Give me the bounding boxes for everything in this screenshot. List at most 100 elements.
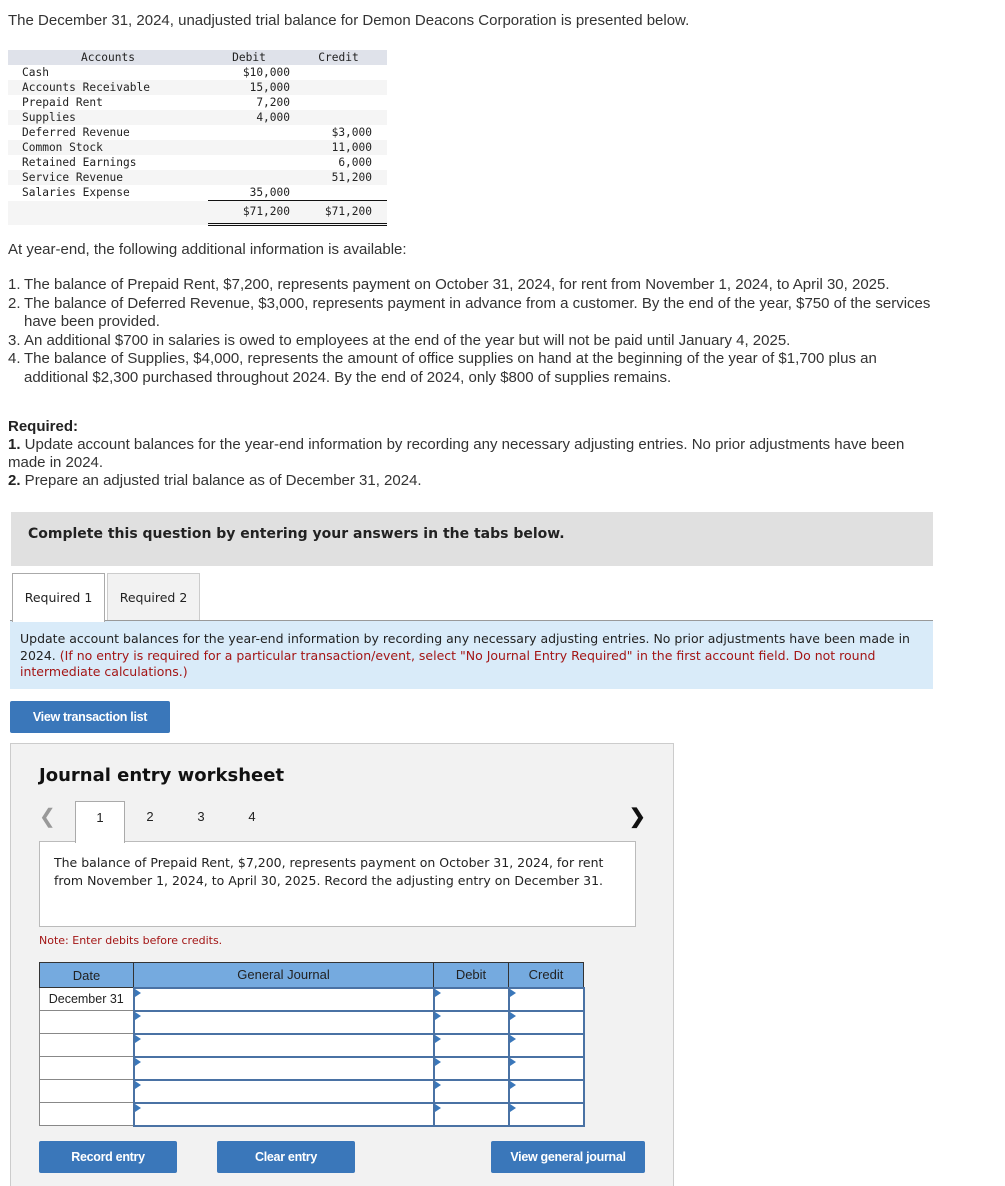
worksheet-title: Journal entry worksheet (39, 765, 285, 786)
trial-balance-row: Common Stock 11,000 (8, 140, 387, 155)
trial-balance-row: Salaries Expense 35,000 (8, 185, 387, 201)
tab-required-1[interactable]: Required 1 (12, 573, 105, 622)
debit-value (208, 140, 290, 155)
account-name: Common Stock (8, 140, 208, 155)
date-cell (39, 1010, 134, 1034)
required-heading: Required: (8, 418, 79, 435)
view-general-journal-button[interactable]: View general journal (491, 1141, 645, 1173)
account-input[interactable] (132, 1078, 435, 1104)
record-entry-button[interactable]: Record entry (39, 1141, 177, 1173)
credit-value: $3,000 (331, 126, 372, 139)
header-debit: Debit (433, 962, 509, 988)
credit-value (305, 80, 372, 95)
account-input[interactable] (132, 986, 435, 1012)
header-general-journal: General Journal (133, 962, 434, 988)
info-item: 3. An additional $700 in salaries is owed… (8, 331, 791, 349)
header-credit: Credit (508, 962, 584, 988)
trial-balance-row: Accounts Receivable 15,000 (8, 80, 387, 95)
instruction-banner: Complete this question by entering your … (11, 512, 933, 566)
trial-balance-row: Retained Earnings 6,000 (8, 155, 387, 170)
header-debit: Debit (208, 50, 290, 65)
account-name: Service Revenue (8, 170, 208, 185)
debit-value: 4,000 (208, 110, 290, 125)
additional-info-list: 1. The balance of Prepaid Rent, $7,200, r… (8, 276, 944, 387)
credit-input[interactable] (507, 1055, 585, 1081)
credit-value: 51,200 (305, 170, 372, 185)
debit-value (208, 125, 290, 140)
account-name: Prepaid Rent (22, 96, 103, 109)
debit-value: 35,000 (249, 186, 290, 199)
trial-balance-row: Prepaid Rent 7,200 (8, 95, 387, 110)
account-name: Deferred Revenue (22, 126, 130, 139)
trial-balance-row: Deferred Revenue $3,000 (8, 125, 387, 140)
debit-value: 15,000 (208, 80, 290, 95)
credit-input[interactable] (507, 1101, 585, 1127)
account-input[interactable] (132, 1055, 435, 1081)
problem-intro: The December 31, 2024, unadjusted trial … (8, 12, 690, 29)
account-input[interactable] (132, 1101, 435, 1127)
journal-row (39, 1101, 585, 1127)
total-debit: $71,200 (208, 200, 290, 226)
account-input[interactable] (132, 1032, 435, 1058)
date-cell (39, 1102, 134, 1126)
worksheet-tab-2[interactable]: 2 (125, 801, 175, 842)
debit-input[interactable] (432, 1101, 510, 1127)
credit-input[interactable] (507, 986, 585, 1012)
debit-input[interactable] (432, 1055, 510, 1081)
account-name: Supplies (8, 110, 208, 125)
tab-required-2[interactable]: Required 2 (107, 573, 200, 621)
account-name: Cash (22, 66, 49, 79)
chevron-left-icon[interactable]: ❮ (39, 804, 56, 829)
trial-balance-row: Service Revenue 51,200 (8, 170, 387, 185)
header-date: Date (39, 962, 134, 988)
credit-value (305, 110, 372, 125)
date-cell (39, 1079, 134, 1103)
trial-balance-table: Accounts Debit Credit Cash $10,000 Accou… (8, 50, 387, 226)
credit-value: 6,000 (338, 156, 372, 169)
debit-value: 7,200 (256, 96, 290, 109)
trial-balance-header: Accounts Debit Credit (8, 50, 387, 65)
chevron-right-icon[interactable]: ❯ (629, 804, 646, 829)
account-name: Accounts Receivable (8, 80, 208, 95)
journal-row (39, 1009, 585, 1035)
total-credit: $71,200 (305, 200, 372, 226)
credit-value (305, 95, 372, 110)
date-cell (39, 1056, 134, 1080)
required-item: 2. Prepare an adjusted trial balance as … (8, 472, 422, 489)
info-item: 4. The balance of Supplies, $4,000, repre… (8, 350, 877, 386)
instructions-note: (If no entry is required for a particula… (20, 647, 876, 680)
account-input[interactable] (132, 1009, 435, 1035)
debit-input[interactable] (432, 1078, 510, 1104)
credit-input[interactable] (507, 1009, 585, 1035)
header-pad (372, 50, 387, 65)
info-item: 1. The balance of Prepaid Rent, $7,200, r… (8, 276, 890, 293)
trial-balance-row: Supplies 4,000 (8, 110, 387, 125)
credit-input[interactable] (507, 1078, 585, 1104)
credit-value (305, 65, 372, 80)
account-name: Salaries Expense (22, 186, 130, 200)
debit-input[interactable] (432, 986, 510, 1012)
trial-balance-row: Cash $10,000 (8, 65, 387, 80)
worksheet-tab-3[interactable]: 3 (176, 801, 226, 842)
worksheet-tab-1[interactable]: 1 (75, 801, 125, 843)
worksheet-note: Note: Enter debits before credits. (39, 934, 223, 947)
credit-value (305, 185, 372, 201)
debit-input[interactable] (432, 1009, 510, 1035)
debit-value: $10,000 (242, 66, 290, 79)
info-item: 2. The balance of Deferred Revenue, $3,00… (8, 294, 931, 331)
worksheet-tab-4[interactable]: 4 (227, 801, 277, 842)
general-journal-table: Date General Journal Debit Credit Decemb… (39, 962, 585, 1127)
required-item: 1. Update account balances for the year-… (8, 436, 905, 471)
debit-input[interactable] (432, 1032, 510, 1058)
account-name: Retained Earnings (22, 156, 137, 169)
view-transaction-list-button[interactable]: View transaction list (10, 701, 170, 733)
additional-info-heading: At year-end, the following additional in… (8, 241, 407, 258)
header-credit: Credit (305, 50, 372, 65)
worksheet-description: The balance of Prepaid Rent, $7,200, rep… (39, 841, 636, 927)
credit-input[interactable] (507, 1032, 585, 1058)
header-accounts: Accounts (8, 50, 208, 65)
required-section: Required: 1. Update account balances for… (8, 418, 938, 490)
clear-entry-button[interactable]: Clear entry (217, 1141, 355, 1173)
journal-row (39, 1032, 585, 1058)
header-gap (290, 50, 305, 65)
